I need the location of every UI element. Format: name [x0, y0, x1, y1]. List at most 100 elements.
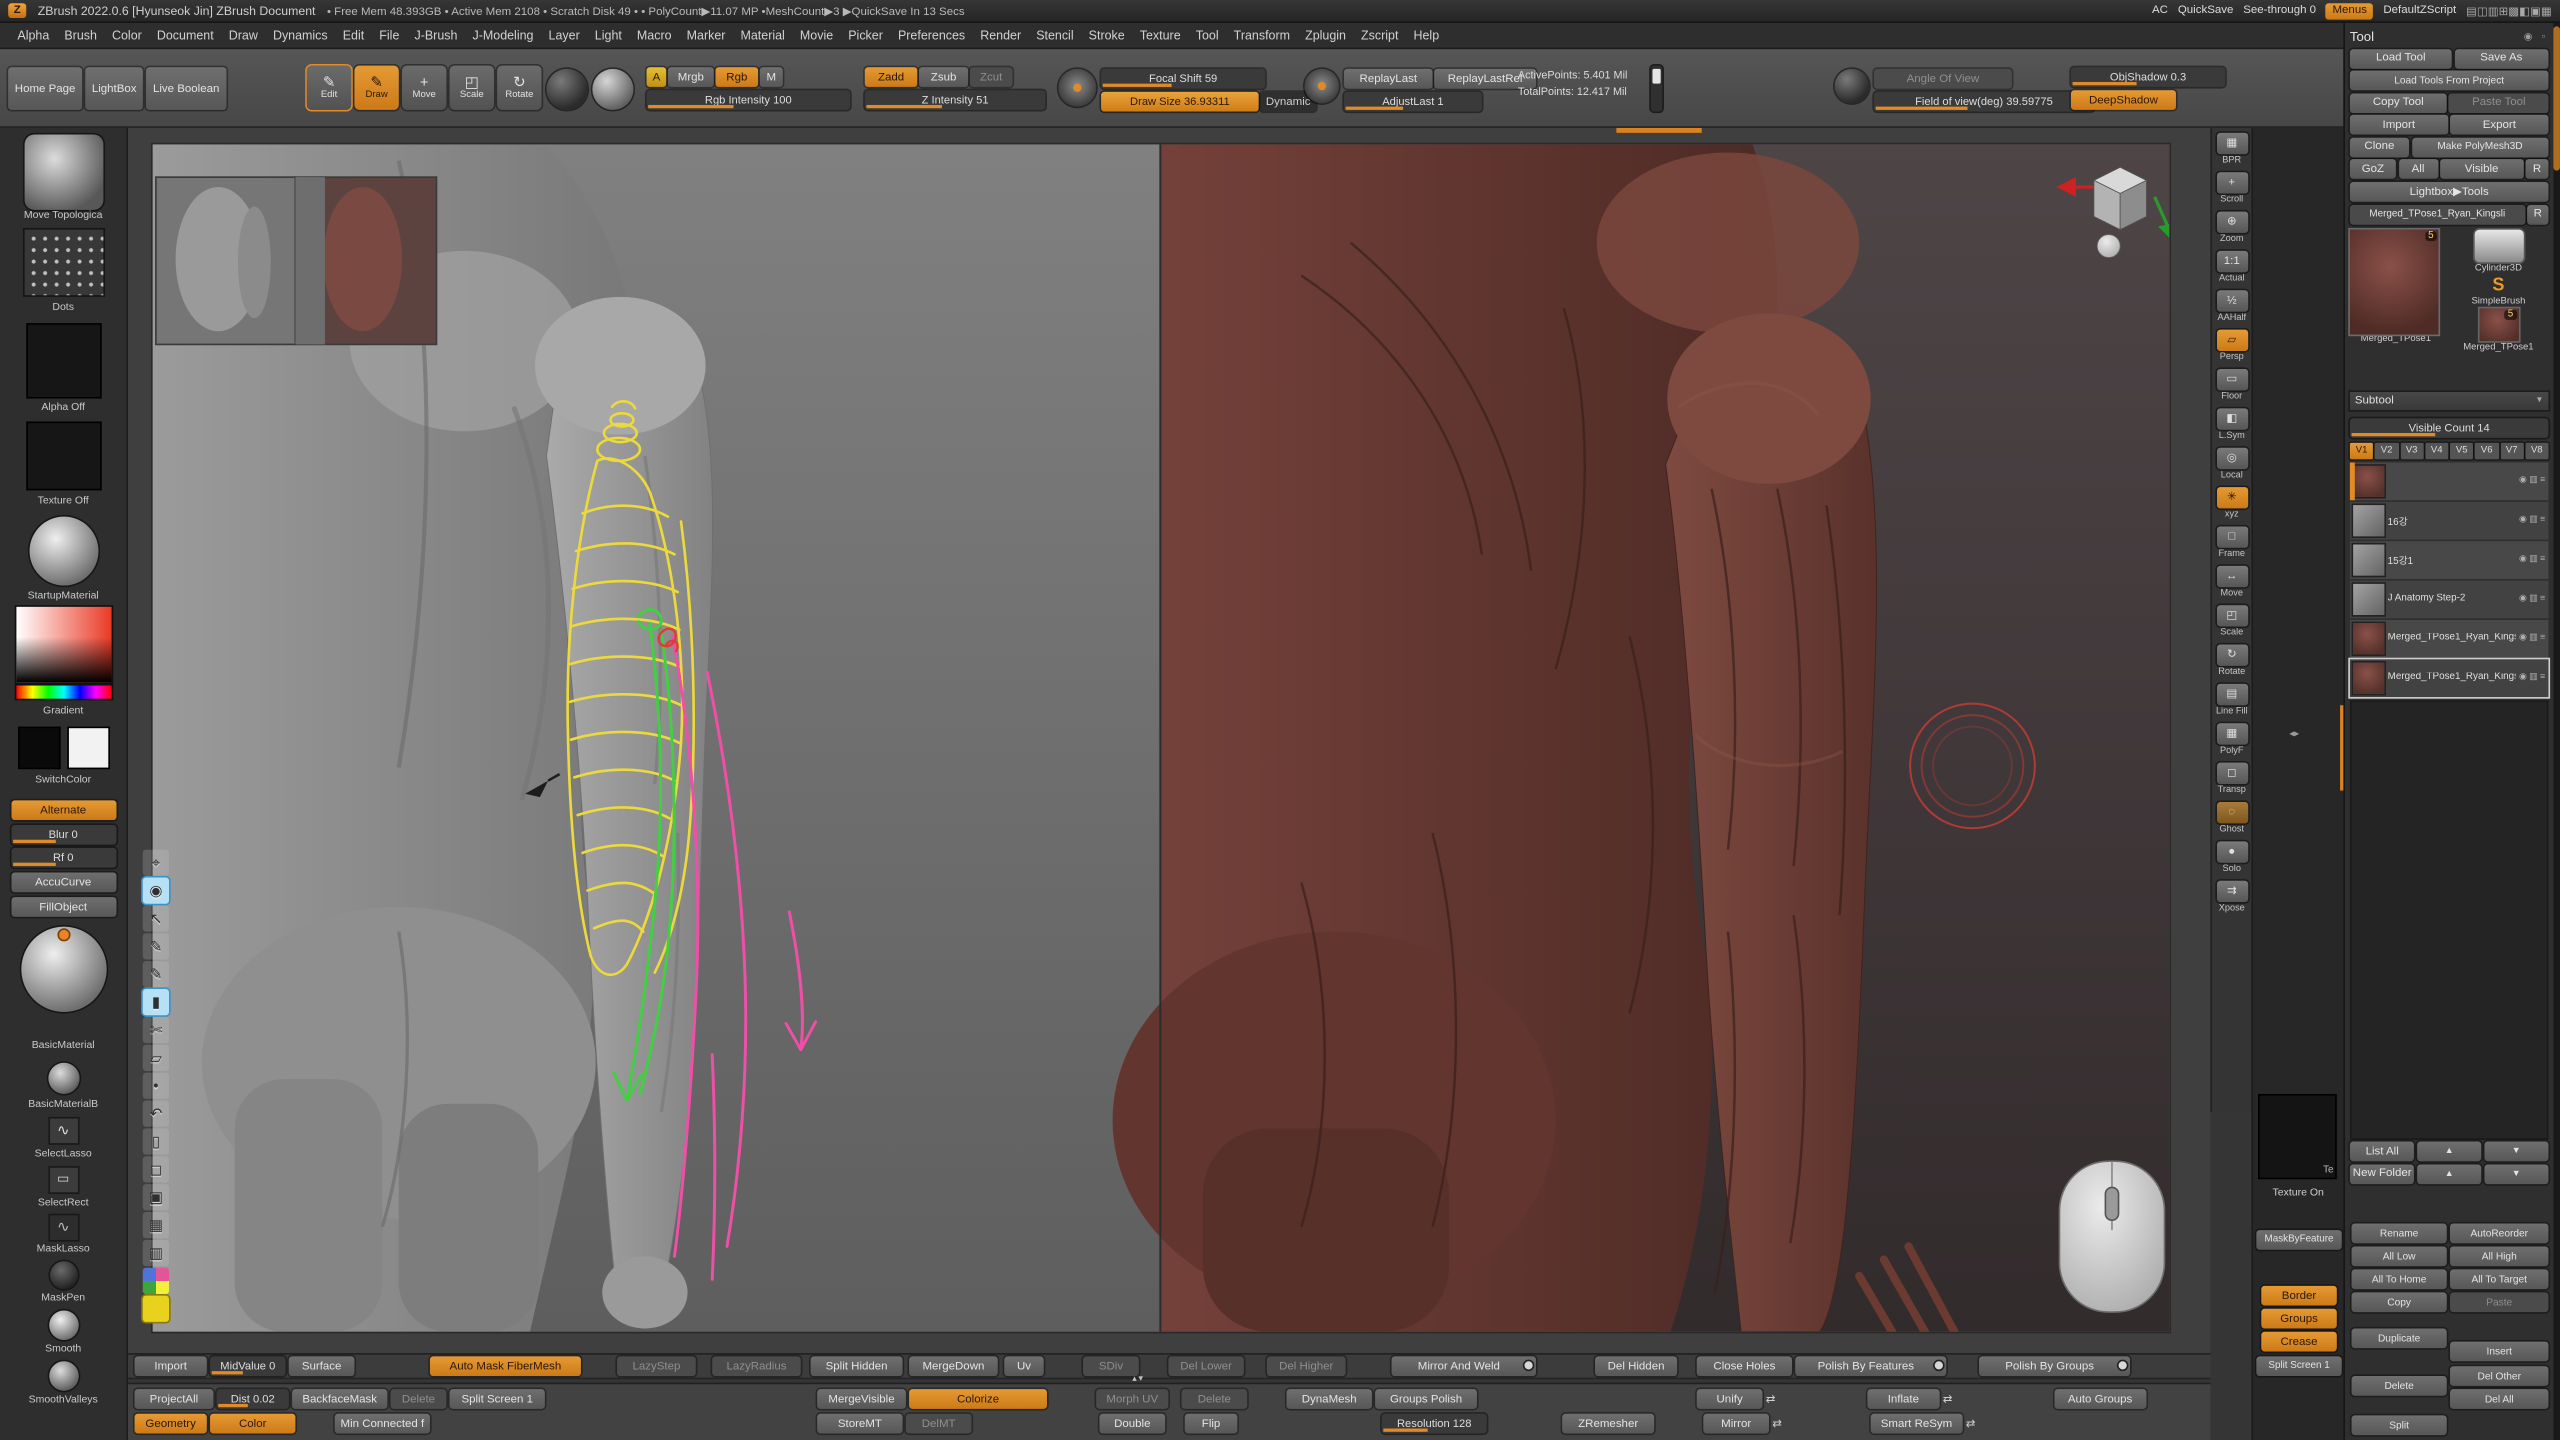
obj-shadow-slider[interactable]: ObjShadow 0.3 [2071, 67, 2225, 87]
right-shelf-button[interactable]: ↔ Move [2213, 565, 2251, 598]
live-boolean-button[interactable]: Live Boolean [146, 67, 226, 110]
mergevisible-button[interactable]: MergeVisible [817, 1389, 906, 1409]
right-shelf-button[interactable]: ▦ PolyF [2213, 722, 2251, 755]
visible-count-slider[interactable]: Visible Count 14 [2350, 418, 2549, 438]
morph-uv-button[interactable]: Morph UV [1096, 1389, 1168, 1409]
sdiv-button[interactable]: SDiv [1083, 1356, 1139, 1376]
split-screen-button-b2[interactable]: Split Screen 1 [450, 1389, 545, 1409]
rotate-button[interactable]: ↻Rotate [497, 66, 541, 110]
shelf-vertical-slider[interactable] [1651, 66, 1662, 112]
draw-button[interactable]: ✎Draw [354, 66, 398, 110]
stroke-thumbnail[interactable] [24, 230, 103, 296]
right-shelf-button[interactable]: □ Frame [2213, 526, 2251, 559]
right-shelf-button[interactable]: ½ AAHalf [2213, 289, 2251, 322]
annotation-tool-icon[interactable]: ↶ [143, 1101, 169, 1127]
titlebar-layout-icon[interactable]: ▦ [2541, 7, 2552, 18]
storemt-button[interactable]: StoreMT [817, 1414, 902, 1434]
copy-button[interactable]: Copy [2352, 1292, 2447, 1312]
mask-lasso-thumbnail[interactable]: ∿ [49, 1215, 77, 1240]
subtool-tab[interactable]: V6 [2475, 442, 2498, 458]
right-shelf-button[interactable]: ▤ Line Fill [2213, 683, 2251, 716]
insert-button[interactable]: Insert [2450, 1342, 2548, 1362]
titlebar-layout-icon[interactable]: ◫ [2477, 7, 2488, 18]
main-color-swatch[interactable] [20, 728, 59, 767]
save-as-button[interactable]: Save As [2454, 48, 2548, 68]
render-camera-icon[interactable] [1835, 69, 1869, 103]
current-brush-icon[interactable] [546, 69, 587, 110]
select-lasso-thumbnail[interactable]: ∿ [49, 1119, 77, 1144]
surface-button[interactable]: Surface [289, 1356, 355, 1376]
menu-item[interactable]: Dynamics [265, 28, 335, 43]
default-zscript-button[interactable]: DefaultZScript [2383, 5, 2456, 16]
accucurve-button[interactable]: AccuCurve [11, 873, 116, 893]
backfacemask-button[interactable]: BackfaceMask [292, 1389, 387, 1409]
subtool-tab[interactable]: V8 [2525, 442, 2548, 458]
titlebar-layout-icon[interactable]: ⊞ [2499, 7, 2509, 18]
annotation-tool-icon[interactable]: ▥ [143, 1240, 169, 1266]
right-shelf-button[interactable]: ◎ Local [2213, 447, 2251, 480]
auto-groups-button[interactable]: Auto Groups [2054, 1389, 2146, 1409]
quicksave-button[interactable]: QuickSave [2178, 5, 2234, 16]
canvas-top-handle[interactable] [1616, 128, 1701, 133]
delete-button[interactable]: Delete [2352, 1376, 2447, 1396]
goz-visible-button[interactable]: Visible [2440, 159, 2523, 179]
subtool-row-icons[interactable]: ◉ ▥ ≡ [2519, 554, 2545, 564]
subtool-down-button[interactable]: ▼ [2484, 1142, 2549, 1162]
menu-item[interactable]: J-Brush [407, 28, 465, 43]
titlebar-layout-icon[interactable]: ▣ [2530, 7, 2541, 18]
m-button[interactable]: M [760, 67, 783, 87]
goz-button[interactable]: GoZ [2350, 159, 2396, 179]
titlebar-layout-icon[interactable]: ▤ [2466, 7, 2477, 18]
border-button[interactable]: Border [2261, 1286, 2336, 1306]
paste-tool-button[interactable]: Paste Tool [2449, 93, 2548, 113]
subtool-row-icons[interactable]: ◉ ▥ ≡ [2519, 476, 2545, 486]
autoreorder-button[interactable]: AutoReorder [2450, 1224, 2548, 1244]
midvalue-slider[interactable]: MidValue 0 [210, 1356, 285, 1376]
current-brush-thumbnail[interactable] [24, 134, 103, 209]
right-shelf-button[interactable]: ↻ Rotate [2213, 644, 2251, 677]
mirror-button[interactable]: Mirror [1703, 1414, 1769, 1434]
projectall-button[interactable]: ProjectAll [135, 1389, 214, 1409]
split-button[interactable]: Split [2352, 1415, 2447, 1435]
annotation-tool-icon[interactable] [143, 1296, 169, 1322]
menu-item[interactable]: Light [587, 28, 629, 43]
tool-palette-header[interactable]: Tool ◉ ▫ [2350, 26, 2549, 46]
polish-by-features-button[interactable]: Polish By Features [1795, 1356, 1946, 1376]
fillobject-button[interactable]: FillObject [11, 897, 116, 917]
subtool-row[interactable]: ◉ ▥ ≡ [2350, 462, 2549, 500]
annotation-tool-icon[interactable]: • [143, 1073, 169, 1099]
groups-button[interactable]: Groups [2261, 1309, 2336, 1329]
color-picker[interactable] [16, 607, 111, 682]
mergedown-button[interactable]: MergeDown [909, 1356, 998, 1376]
lazyradius-button[interactable]: LazyRadius [712, 1356, 801, 1376]
annotation-tool-icon[interactable]: ✎ [143, 961, 169, 987]
canvas-area[interactable]: ⌖◉↖✎✎▮✄▱•↶▯◻▣▦▥ [128, 128, 2210, 1353]
split-divider[interactable] [1159, 144, 1161, 1331]
smart-resym-sym-icon[interactable]: ⇄ [1966, 1417, 1976, 1430]
paste-button[interactable]: Paste [2450, 1292, 2548, 1312]
edit-button[interactable]: ✎Edit [307, 66, 351, 110]
scrollbar-thumb[interactable] [2553, 26, 2560, 170]
zcut-button[interactable]: Zcut [970, 67, 1013, 87]
color-button[interactable]: Color [210, 1414, 295, 1434]
delete-button-b2[interactable]: Delete [391, 1389, 447, 1409]
clone-button[interactable]: Clone [2350, 137, 2409, 157]
goz-all-button[interactable]: All [2398, 159, 2437, 179]
annotation-tool-icon[interactable]: ▦ [143, 1212, 169, 1238]
right-shelf-button[interactable]: ▭ Floor [2213, 368, 2251, 401]
import-button[interactable]: Import [2350, 115, 2448, 135]
right-shelf-button[interactable]: 1:1 Actual [2213, 250, 2251, 283]
menu-item[interactable]: Stencil [1029, 28, 1081, 43]
menu-item[interactable]: Layer [541, 28, 587, 43]
palette-header-icons[interactable]: ◉ ▫ [2524, 30, 2549, 41]
geometry-button[interactable]: Geometry [135, 1414, 207, 1434]
del-higher-button[interactable]: Del Higher [1267, 1356, 1346, 1376]
right-shelf-button[interactable]: ▦ BPR [2213, 132, 2251, 165]
mirror-sym-icon[interactable]: ⇄ [1772, 1417, 1782, 1430]
subtool-row[interactable]: Merged_TPose1_Ryan_Kingslie ◉ ▥ ≡ [2350, 659, 2549, 697]
zsub-button[interactable]: Zsub [919, 67, 968, 87]
subtool-row[interactable]: J Anatomy Step-2 ◉ ▥ ≡ [2350, 580, 2549, 618]
document-viewport[interactable] [153, 144, 2170, 1331]
smart-resym-button[interactable]: Smart ReSym [1871, 1414, 1963, 1434]
z-intensity-slider[interactable]: Z Intensity 51 [865, 90, 1046, 110]
